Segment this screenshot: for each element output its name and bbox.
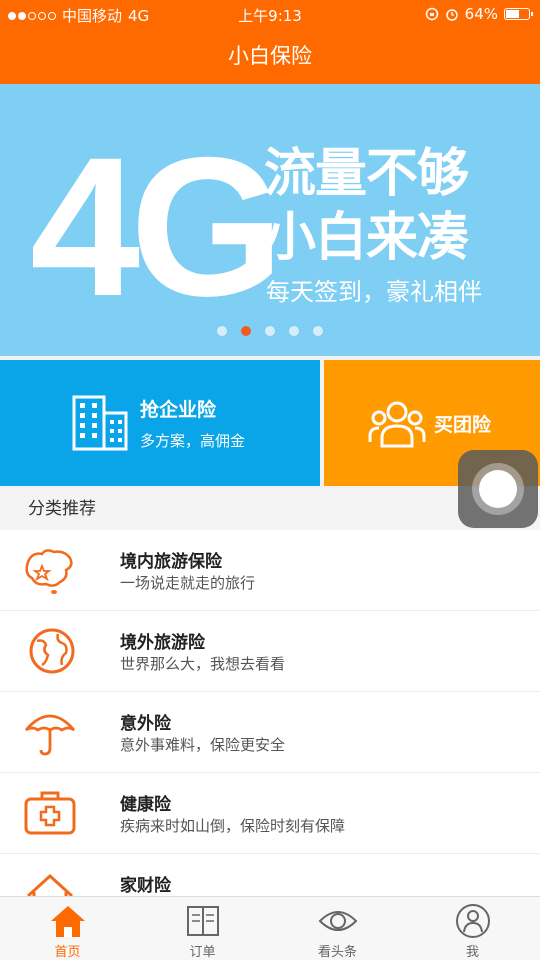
list-item[interactable]: 健康险 疾病来时如山倒，保险时刻有保障 (0, 773, 540, 854)
tab-me[interactable]: 我 (405, 897, 540, 960)
banner-line-1: 流量不够 (264, 144, 469, 204)
category-title: 健康险 (120, 795, 171, 815)
list-item[interactable]: 家财险 (0, 854, 540, 896)
category-title: 境内旅游保险 (120, 552, 222, 572)
category-title: 意外险 (120, 714, 171, 734)
tab-bar: 首页 订单 看头条 我 (0, 896, 540, 960)
office-building-icon (72, 395, 128, 451)
tab-me-label: 我 (465, 945, 479, 960)
tab-headlines-label: 看头条 (317, 945, 357, 960)
enterprise-insurance-tile[interactable]: 抢企业险 多方案，高佣金 (0, 360, 320, 486)
carousel-dot[interactable] (241, 326, 251, 336)
status-bar: 中国移动 4G 上午9:13 64% (0, 0, 540, 28)
group-people-icon (368, 401, 426, 448)
tab-orders-label: 订单 (189, 945, 216, 960)
tab-home-label: 首页 (54, 945, 81, 960)
user-icon (455, 904, 490, 938)
promo-banner[interactable]: 4G 流量不够 小白来凑 每天签到，豪礼相伴 (0, 84, 540, 356)
group-tile-title: 买团险 (434, 413, 492, 436)
home-icon (50, 906, 85, 937)
assistive-touch-button[interactable] (458, 450, 538, 528)
alarm-icon (445, 9, 458, 21)
list-item[interactable]: 境外旅游险 世界那么大，我想去看看 (0, 611, 540, 692)
tab-home[interactable]: 首页 (0, 897, 135, 960)
rotation-lock-icon (425, 7, 438, 21)
eye-icon (318, 911, 357, 931)
category-subtitle: 世界那么大，我想去看看 (120, 655, 286, 673)
globe-icon (29, 628, 75, 674)
carousel-dot[interactable] (289, 326, 299, 336)
category-subtitle: 一场说走就走的旅行 (120, 574, 256, 592)
page-title: 小白保险 (228, 44, 312, 68)
category-title: 家财险 (120, 876, 171, 896)
banner-line-2: 小白来凑 (264, 208, 469, 268)
carousel-dot[interactable] (313, 326, 323, 336)
banner-4g-text: 4G (30, 116, 284, 337)
battery-icon (504, 8, 533, 20)
banner-line-3: 每天签到，豪礼相伴 (266, 278, 482, 306)
china-map-icon (25, 549, 73, 594)
order-book-icon (186, 906, 219, 936)
tab-headlines[interactable]: 看头条 (270, 897, 405, 960)
header: 中国移动 4G 上午9:13 64% 小白保险 (0, 0, 540, 84)
category-list: 境内旅游保险 一场说走就走的旅行 境外旅游险 世界那么大，我想去看看 意外险 意… (0, 530, 540, 896)
list-item[interactable]: 意外险 意外事难料，保险更安全 (0, 692, 540, 773)
category-subtitle: 意外事难料，保险更安全 (120, 736, 286, 754)
list-item[interactable]: 境内旅游保险 一场说走就走的旅行 (0, 530, 540, 611)
medical-kit-icon (24, 791, 76, 835)
house-icon (26, 873, 74, 896)
carousel-dot[interactable] (217, 326, 227, 336)
enterprise-tile-subtitle: 多方案，高佣金 (140, 432, 246, 450)
umbrella-icon (24, 714, 76, 756)
category-title: 境外旅游险 (120, 633, 205, 653)
enterprise-tile-title: 抢企业险 (140, 399, 217, 421)
tab-orders[interactable]: 订单 (135, 897, 270, 960)
category-subtitle: 疾病来时如山倒，保险时刻有保障 (120, 817, 346, 835)
carousel-dot[interactable] (265, 326, 275, 336)
carousel-indicators[interactable] (0, 326, 540, 336)
battery-percent: 64% (464, 5, 498, 23)
